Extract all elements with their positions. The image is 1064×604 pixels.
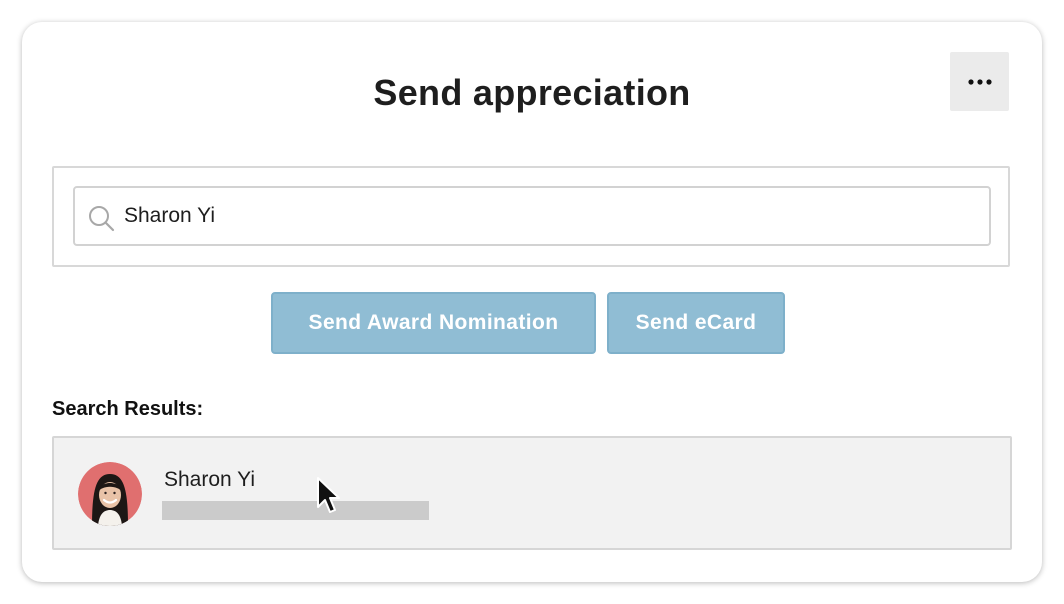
search-results-label: Search Results:: [52, 398, 204, 420]
more-options-button[interactable]: [950, 52, 1009, 111]
search-panel: [52, 166, 1010, 267]
search-input[interactable]: [124, 196, 974, 236]
ellipsis-icon: [967, 78, 992, 85]
search-box[interactable]: [73, 186, 991, 246]
avatar-photo: [78, 462, 142, 526]
dialog-title: Send appreciation: [373, 72, 691, 113]
search-icon: [89, 206, 115, 232]
mouse-pointer-icon: [317, 477, 340, 513]
avatar: [78, 462, 142, 526]
send-ecard-button[interactable]: Send eCard: [607, 292, 785, 354]
result-detail-placeholder: [162, 501, 429, 520]
search-result-row[interactable]: Sharon Yi: [52, 436, 1012, 550]
result-name: Sharon Yi: [164, 468, 256, 491]
send-award-nomination-button[interactable]: Send Award Nomination: [271, 292, 596, 354]
send-appreciation-dialog: Send appreciation Send Award Nomination …: [22, 22, 1042, 582]
